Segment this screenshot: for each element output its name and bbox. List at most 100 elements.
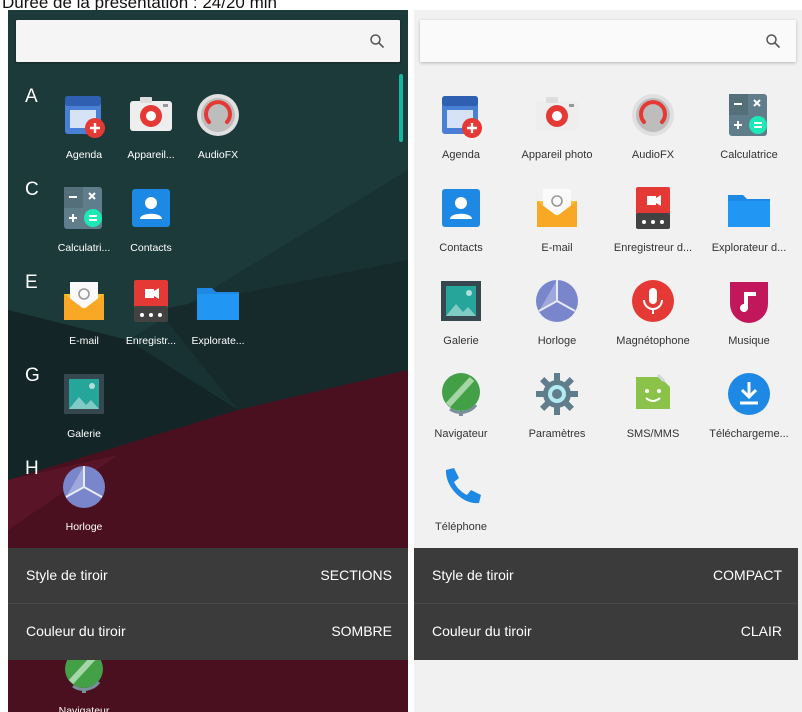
app-shortcut[interactable]: Explorateur d...	[706, 183, 792, 254]
search-icon[interactable]	[368, 32, 386, 50]
app-shortcut[interactable]: Agenda	[418, 90, 504, 161]
app-label: Musique	[728, 335, 770, 347]
folder-icon	[728, 195, 770, 227]
recorder-icon	[636, 187, 670, 229]
app-shortcut[interactable]: Galerie	[418, 276, 504, 347]
app-shortcut[interactable]: SMS/MMS	[610, 369, 696, 440]
section-letter: G	[25, 365, 40, 386]
section-letter: A	[25, 86, 38, 107]
app-shortcut[interactable]: Contacts	[117, 183, 185, 254]
setting-value[interactable]: SECTIONS	[320, 567, 392, 583]
app-label: Téléchargeme...	[709, 428, 789, 440]
email-icon	[537, 189, 577, 227]
search-bar[interactable]	[420, 20, 796, 62]
clock-icon	[63, 466, 105, 508]
app-label: Enregistreur d...	[613, 242, 693, 254]
fast-scroll-indicator[interactable]	[399, 74, 403, 142]
app-shortcut[interactable]: Horloge	[514, 276, 600, 347]
search-icon[interactable]	[764, 32, 782, 50]
phone-icon	[445, 468, 481, 504]
section-letter: H	[25, 458, 39, 479]
download-icon	[728, 373, 770, 415]
app-shortcut[interactable]: Appareil photo	[514, 90, 600, 161]
setting-drawer-style[interactable]: Style de tiroir SECTIONS	[8, 548, 408, 604]
app-label: Agenda	[442, 149, 480, 161]
app-shortcut[interactable]: Enregistreur d...	[610, 183, 696, 254]
app-label: Magnétophone	[616, 335, 690, 347]
email-icon	[64, 282, 104, 320]
app-shortcut[interactable]: Contacts	[418, 183, 504, 254]
app-shortcut[interactable]: E-mail	[50, 276, 118, 347]
settings-gear-icon	[536, 373, 578, 415]
app-shortcut[interactable]: E-mail	[514, 183, 600, 254]
gallery-icon	[441, 281, 481, 321]
app-shortcut[interactable]: Téléchargeme...	[706, 369, 792, 440]
app-label: Galerie	[67, 428, 101, 440]
browser-icon	[442, 373, 480, 416]
calendar-icon	[65, 96, 105, 138]
app-label: SMS/MMS	[626, 428, 680, 440]
app-label: Calculatrice	[720, 149, 778, 161]
search-bar[interactable]	[16, 20, 400, 62]
app-shortcut[interactable]: Paramètres	[514, 369, 600, 440]
setting-label: Style de tiroir	[26, 567, 108, 583]
app-label: AudioFX	[631, 149, 675, 161]
app-label: Enregistr...	[125, 335, 177, 347]
setting-label: Couleur du tiroir	[432, 623, 532, 639]
calculator-icon	[64, 187, 102, 229]
app-shortcut[interactable]: Horloge	[50, 462, 118, 533]
setting-drawer-color[interactable]: Couleur du tiroir CLAIR	[414, 604, 798, 660]
app-label: E-mail	[541, 242, 573, 254]
setting-drawer-color[interactable]: Couleur du tiroir SOMBRE	[8, 604, 408, 660]
app-shortcut[interactable]: Magnétophone	[610, 276, 696, 347]
app-label: Appareil photo	[521, 149, 593, 161]
calculator-icon	[729, 94, 767, 136]
audiofx-icon	[197, 94, 239, 136]
audiofx-icon	[632, 94, 674, 136]
microphone-icon	[632, 280, 674, 322]
app-label: Contacts	[130, 242, 172, 254]
setting-label: Couleur du tiroir	[26, 623, 126, 639]
app-label: Paramètres	[528, 428, 586, 440]
app-label: E-mail	[69, 335, 99, 347]
app-drawer-compact-light: Agenda Appareil photo AudioFX Calculatrice C…	[414, 10, 802, 712]
recorder-icon	[134, 280, 168, 322]
clock-icon	[536, 280, 578, 322]
setting-drawer-style[interactable]: Style de tiroir COMPACT	[414, 548, 798, 604]
app-label: Navigateur	[434, 428, 488, 440]
app-shortcut[interactable]: Musique	[706, 276, 792, 347]
app-label: Agenda	[65, 149, 103, 161]
app-shortcut[interactable]: Navigateur	[418, 369, 504, 440]
section-letter: C	[25, 179, 39, 200]
app-shortcut[interactable]: Agenda	[50, 90, 118, 161]
drawer-settings-overlay: Style de tiroir COMPACT Couleur du tiroi…	[414, 548, 798, 660]
app-shortcut[interactable]: AudioFX	[610, 90, 696, 161]
app-label: Navigateur	[58, 705, 110, 712]
app-shortcut[interactable]: Téléphone	[418, 462, 504, 533]
app-label: AudioFX	[197, 149, 239, 161]
app-label: Horloge	[537, 335, 577, 347]
gallery-icon	[64, 374, 104, 414]
music-icon	[730, 282, 768, 323]
app-label: Galerie	[443, 335, 479, 347]
drawer-settings-overlay: Style de tiroir SECTIONS Couleur du tiro…	[8, 548, 408, 660]
app-shortcut[interactable]: Calculatri...	[50, 183, 118, 254]
setting-value[interactable]: SOMBRE	[331, 623, 392, 639]
app-label: Calculatri...	[57, 242, 111, 254]
folder-icon	[197, 288, 239, 320]
app-shortcut[interactable]: Calculatrice	[706, 90, 792, 161]
app-label: Contacts	[439, 242, 483, 254]
app-shortcut[interactable]: Galerie	[50, 369, 118, 440]
app-shortcut[interactable]: Explorate...	[184, 276, 252, 347]
app-shortcut[interactable]: Appareil...	[117, 90, 185, 161]
setting-value[interactable]: CLAIR	[741, 623, 782, 639]
section-letter: E	[25, 272, 38, 293]
app-shortcut[interactable]: AudioFX	[184, 90, 252, 161]
setting-value[interactable]: COMPACT	[713, 567, 782, 583]
messaging-icon	[636, 373, 670, 409]
app-shortcut[interactable]: Enregistr...	[117, 276, 185, 347]
camera-icon	[130, 97, 172, 131]
app-label: Explorateur d...	[711, 242, 787, 254]
contacts-icon	[442, 189, 480, 227]
app-drawer-sections-dark: A Agenda Appareil... AudioFX C Calculatri... C…	[8, 10, 408, 712]
